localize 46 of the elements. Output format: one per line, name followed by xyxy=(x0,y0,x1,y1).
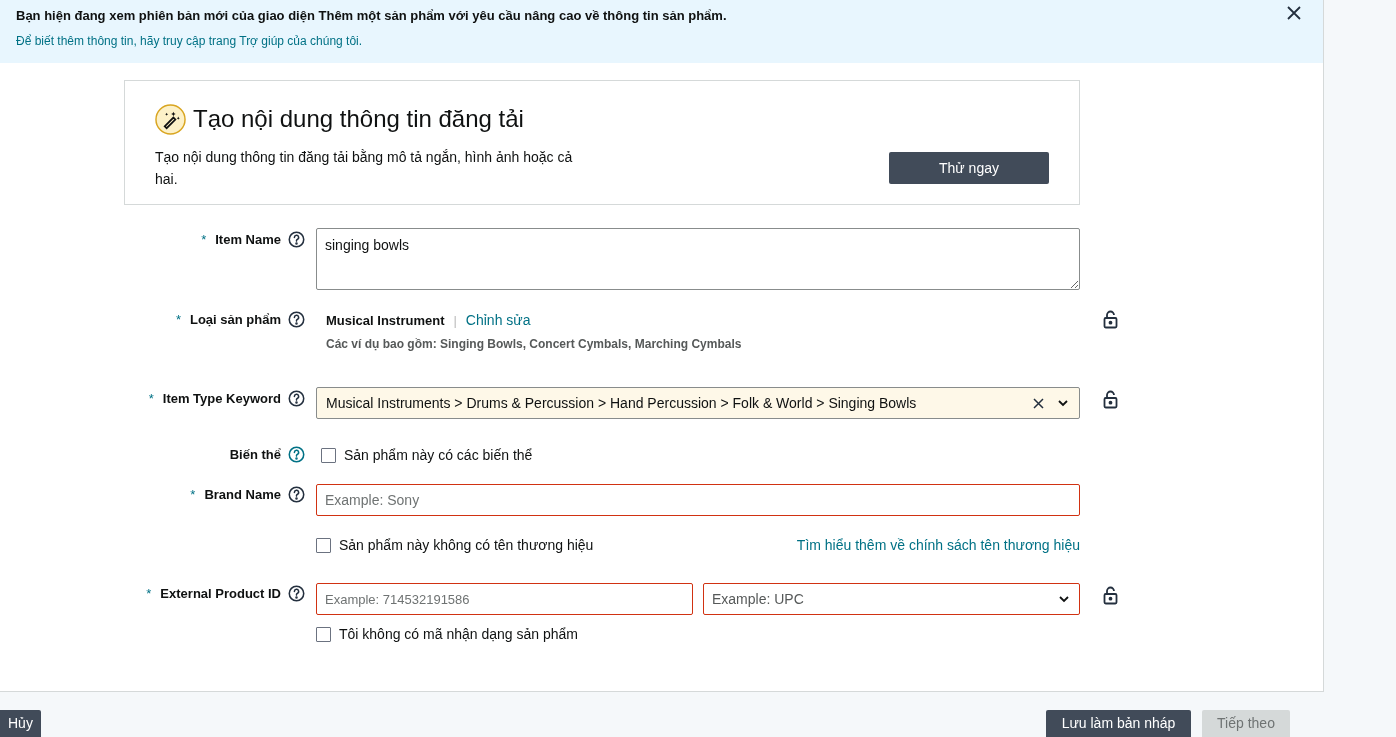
required-mark: * xyxy=(146,585,152,603)
checkbox[interactable] xyxy=(316,627,331,642)
chevron-down-icon xyxy=(1058,595,1070,603)
required-mark: * xyxy=(175,311,181,329)
help-icon xyxy=(288,486,305,504)
cancel-button[interactable]: Hủy xyxy=(0,710,41,737)
product-type-value: Musical Instrument xyxy=(326,311,445,330)
help-icon xyxy=(288,585,305,603)
try-now-button[interactable]: Thử ngay xyxy=(889,152,1049,184)
banner-text: Để biết thêm thông tin, hãy truy cập trang Trợ giúp của chúng tôi. xyxy=(16,32,363,50)
field-label: Item Name xyxy=(215,231,281,249)
product-id-field[interactable]: Example: 714532191586 xyxy=(316,583,693,615)
chevron-down-icon xyxy=(1057,399,1069,407)
help-icon xyxy=(288,311,305,329)
required-mark: * xyxy=(148,390,154,408)
required-mark: * xyxy=(201,231,207,249)
brand-policy-link[interactable]: Tìm hiểu thêm về chính sách tên thương hiệu xyxy=(796,535,1080,556)
clear-icon xyxy=(1033,397,1044,409)
id-type-select[interactable]: Example: UPC xyxy=(703,583,1080,615)
card-description: Tạo nội dung thông tin đăng tải bằng mô tả ngắn, hình ảnh hoặc cả hai. xyxy=(155,148,574,189)
help-icon xyxy=(288,231,305,249)
checkbox[interactable] xyxy=(316,538,331,553)
checkbox[interactable] xyxy=(321,448,336,463)
item-type-keyword-select[interactable]: Musical Instruments > Drums & Percussion > Hand Percussion > Folk & World > Singing Bowls xyxy=(316,387,1080,419)
help-icon xyxy=(288,390,305,408)
no-product-id-checkbox[interactable]: Tôi không có mã nhận dạng sản phẩm xyxy=(316,624,1080,645)
field-label: External Product ID xyxy=(160,585,281,603)
field-label: Item Type Keyword xyxy=(162,390,281,408)
magic-wand-icon xyxy=(155,103,186,135)
card-title: Tạo nội dung thông tin đăng tải xyxy=(193,104,524,134)
required-mark: * xyxy=(190,486,196,504)
save-draft-button[interactable]: Lưu làm bản nháp xyxy=(1046,710,1191,737)
field-label: Loại sản phẩm xyxy=(189,311,281,329)
variations-checkbox[interactable]: Sản phẩm này có các biến thể xyxy=(321,445,1080,466)
help-icon xyxy=(288,446,305,464)
separator: | xyxy=(453,311,457,330)
no-brand-checkbox[interactable]: Sản phẩm này không có tên thương hiệu xyxy=(316,535,594,556)
close-button[interactable] xyxy=(1287,6,1301,20)
field-label: Brand Name xyxy=(204,486,281,504)
field-label: Biến thể xyxy=(229,446,281,464)
item-name-field[interactable]: singing bowls xyxy=(316,228,1080,290)
examples-text: Các ví dụ bao gồm: Singing Bowls, Concert Cymbals, Marching Cymbals xyxy=(326,336,743,353)
edit-link[interactable]: Chỉnh sửa xyxy=(465,310,531,331)
close-icon xyxy=(1287,6,1301,20)
brand-name-field[interactable]: Example: Sony xyxy=(316,484,1080,516)
banner-title: Bạn hiện đang xem phiên bản mới của giao diện Thêm một sản phẩm với yêu cầu nâng cao về thông tin sản phẩm. xyxy=(16,7,727,25)
